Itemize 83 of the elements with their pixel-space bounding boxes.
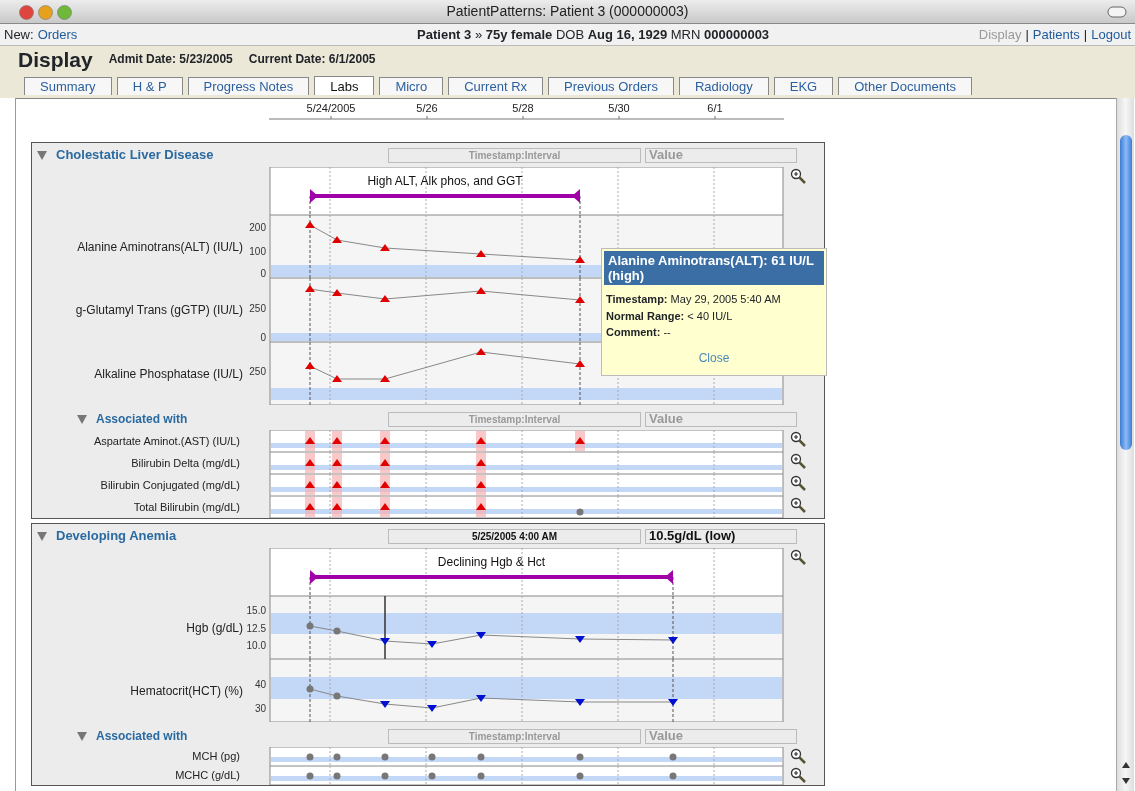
disclosure-triangle-icon[interactable]	[37, 530, 48, 542]
axis-tick-label: 30	[254, 703, 266, 714]
zoom-in-icon[interactable]	[790, 452, 808, 471]
link-separator: |	[1083, 25, 1088, 44]
tooltip-detail: Normal Range: < 40 IU/L	[606, 308, 734, 324]
row-label: Total Bilirubin (mg/dL)	[132, 499, 241, 515]
timestamp-field[interactable]: Timestamp:Interval	[388, 728, 641, 744]
tab[interactable]: Radiology	[678, 77, 769, 95]
current-date: Current Date: 6/1/2005	[248, 51, 376, 68]
timeline-date-label: 5/24/2005	[306, 102, 356, 114]
window-title: PatientPatterns: Patient 3 (000000003)	[446, 2, 689, 21]
tab[interactable]: Current Rx	[448, 77, 544, 95]
page-title: Display	[18, 48, 93, 72]
tab[interactable]: Summary	[24, 77, 112, 95]
row-label: MCHC (g/dL)	[174, 768, 241, 784]
timestamp-field[interactable]: Timestamp:Interval	[388, 147, 641, 163]
timeline-date-label: 5/26	[416, 102, 438, 114]
zoom-in-icon[interactable]	[790, 548, 808, 567]
admit-date: Admit Date: 5/23/2005	[108, 51, 233, 68]
axis-tick-label: 250	[249, 303, 266, 314]
axis-tick-label: 200	[249, 222, 266, 233]
value-field[interactable]: Value	[645, 147, 797, 163]
row-label: Aspartate Aminot.(AST) (IU/L)	[92, 433, 241, 449]
associated-title[interactable]: Associated with	[96, 410, 188, 428]
zoom-in-icon[interactable]	[790, 766, 808, 785]
tooltip-detail: Comment: --	[606, 325, 672, 340]
zoom-in-icon[interactable]	[790, 496, 808, 515]
timestamp-field[interactable]: 5/25/2005 4:00 AM	[388, 528, 641, 544]
zoom-in-icon[interactable]	[790, 474, 808, 493]
zoom-in-icon[interactable]	[790, 167, 808, 186]
tab[interactable]: Other Documents	[838, 77, 973, 95]
row-label: Hematocrit(HCT) (%)	[129, 682, 243, 700]
nav-link[interactable]: Logout	[1091, 24, 1131, 45]
timeline-date-label: 6/1	[707, 102, 723, 114]
axis-tick-label: 40	[254, 679, 266, 690]
disclosure-triangle-icon[interactable]	[37, 149, 48, 161]
row-label: Bilirubin Conjugated (mg/dL)	[99, 477, 241, 493]
timestamp-field[interactable]: Timestamp:Interval	[388, 411, 641, 427]
zoom-in-icon[interactable]	[790, 747, 808, 766]
axis-tick-label: 100	[249, 246, 266, 257]
row-label: Hgb (g/dL)	[185, 619, 243, 637]
timeline-date-label: 5/28	[512, 102, 534, 114]
close-link[interactable]: Close	[698, 348, 730, 367]
tab[interactable]: Micro	[379, 77, 444, 95]
tab[interactable]: EKG	[773, 77, 834, 95]
timeline-date-label: 5/30	[608, 102, 630, 114]
annotation-label: High ALT, Alk phos, and GGT	[367, 174, 523, 188]
associated-title[interactable]: Associated with	[96, 727, 188, 745]
panel-title[interactable]: Cholestatic Liver Disease	[56, 145, 214, 165]
row-label: Alkaline Phosphatase (IU/L)	[93, 365, 243, 383]
row-label: Bilirubin Delta (mg/dL)	[130, 455, 241, 471]
value-field[interactable]: Value	[645, 411, 797, 427]
toolbar-toggle-button[interactable]	[1107, 6, 1127, 18]
tab[interactable]: Labs	[314, 76, 375, 95]
disclosure-triangle-icon[interactable]	[77, 413, 88, 425]
row-label: MCH (pg)	[191, 749, 241, 765]
tab[interactable]: Previous Orders	[548, 77, 674, 95]
disclosure-triangle-icon[interactable]	[77, 730, 88, 742]
tab[interactable]: H & P	[116, 77, 183, 95]
tooltip-detail: Timestamp: May 29, 2005 5:40 AM	[606, 292, 782, 307]
panel-title[interactable]: Developing Anemia	[56, 526, 177, 546]
patient-info: Patient 3 » 75y female DOB Aug 16, 1929 MRN 000000003	[417, 25, 770, 44]
tab[interactable]: Progress Notes	[187, 77, 310, 95]
zoom-in-icon[interactable]	[790, 430, 808, 449]
row-label: g-Glutamyl Trans (gGTP) (IU/L)	[74, 302, 243, 319]
value-field[interactable]: Value	[645, 728, 797, 744]
orders-link[interactable]: Orders	[37, 24, 78, 45]
new-label: New:	[4, 25, 34, 44]
nav-link[interactable]: Patients	[1032, 24, 1080, 45]
value-field[interactable]: 10.5g/dL (low)	[645, 528, 797, 544]
cursor-line	[384, 596, 386, 659]
link-separator: |	[1025, 25, 1029, 44]
axis-tick-label: 15.0	[246, 605, 266, 616]
row-label: Alanine Aminotrans(ALT) (IU/L)	[76, 238, 243, 256]
scrollbar[interactable]	[1116, 98, 1134, 791]
axis-tick-label: 250	[249, 366, 266, 377]
axis-tick-label: 0	[260, 332, 266, 342]
axis-tick-label: 12.5	[246, 623, 266, 634]
annotation-label: Declining Hgb & Hct	[437, 555, 546, 569]
axis-tick-label: 0	[260, 268, 266, 278]
axis-tick-label: 10.0	[246, 640, 266, 651]
close-window-button[interactable]	[19, 5, 34, 20]
tooltip-title: Alanine Aminotrans(ALT): 61 IU/L (high)	[604, 251, 824, 285]
